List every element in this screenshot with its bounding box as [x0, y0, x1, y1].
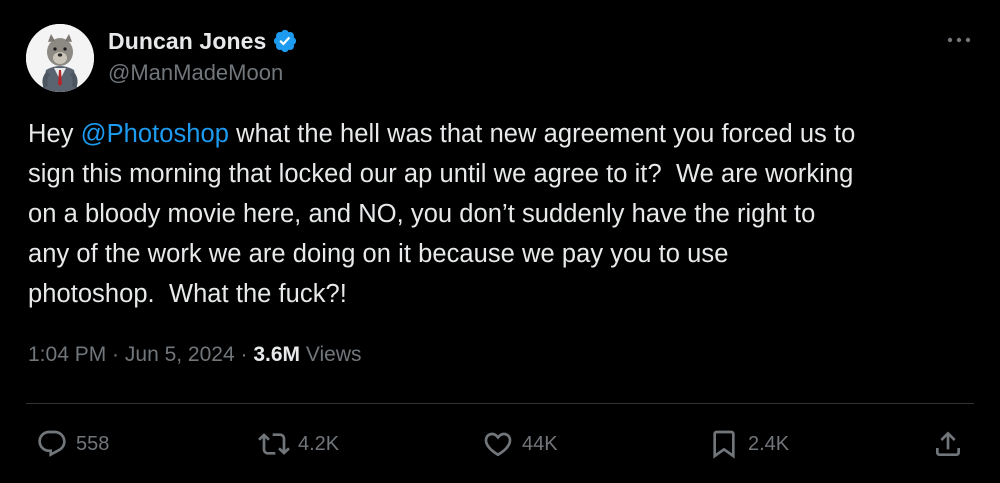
views-count: 3.6M	[253, 343, 301, 366]
tweet-text: Hey @Photoshop what the hell was that ne…	[28, 114, 978, 314]
avatar[interactable]	[26, 24, 94, 92]
tweet-text-line: photoshop. What the fuck?!	[28, 280, 347, 308]
like-button[interactable]: 44K	[482, 424, 558, 464]
text-segment: what the hell was that new agreement you…	[228, 120, 856, 148]
user-handle[interactable]: @ManMadeMoon	[108, 60, 283, 86]
tweet-date[interactable]: Jun 5, 2024	[125, 343, 235, 366]
avatar-image	[26, 24, 94, 92]
text-segment: Hey	[28, 120, 81, 148]
tweet-text-line: Hey @Photoshop what the hell was that ne…	[28, 114, 978, 154]
reply-count: 558	[76, 432, 110, 455]
bookmark-button[interactable]: 2.4K	[708, 424, 789, 464]
heart-icon	[482, 428, 514, 460]
tweet-text-line: on a bloody movie here, and NO, you don’…	[28, 200, 816, 228]
tweet-text-line: sign this morning that locked our ap unt…	[28, 160, 854, 188]
display-name[interactable]: Duncan Jones	[108, 28, 266, 55]
reply-button[interactable]: 558	[36, 424, 109, 464]
bookmark-icon	[708, 428, 740, 460]
share-icon	[932, 428, 964, 460]
repost-count: 4.2K	[298, 432, 340, 455]
repost-icon	[258, 428, 290, 460]
divider	[26, 403, 974, 404]
more-horizontal-icon[interactable]	[944, 30, 974, 50]
reply-icon	[36, 428, 68, 460]
tweet-time[interactable]: 1:04 PM	[28, 343, 106, 366]
meta-separator: ·	[106, 343, 125, 366]
name-row: Duncan Jones	[108, 26, 298, 56]
mention-link[interactable]: @Photoshop	[81, 120, 229, 148]
bookmark-count: 2.4K	[748, 432, 790, 455]
tweet-meta: 1:04 PM · Jun 5, 2024 · 3.6M Views	[28, 343, 362, 367]
verified-badge-icon[interactable]	[272, 28, 298, 54]
like-count: 44K	[522, 432, 558, 455]
meta-separator: ·	[234, 343, 254, 366]
tweet-text-line: any of the work we are doing on it becau…	[28, 240, 729, 268]
tweet-card: Duncan Jones @ManMadeMoon Hey @Photoshop…	[0, 0, 1000, 483]
views-label: Views	[300, 343, 362, 366]
repost-button[interactable]: 4.2K	[258, 424, 339, 464]
share-button[interactable]	[932, 424, 964, 464]
